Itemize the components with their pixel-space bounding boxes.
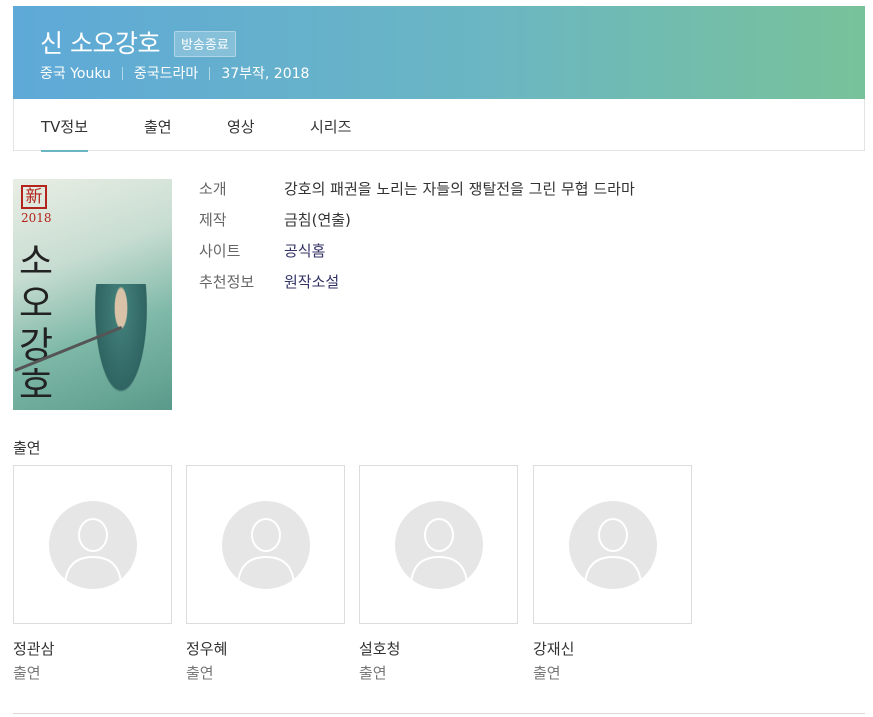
- page-title: 신 소오강호: [40, 29, 160, 58]
- cast-photo[interactable]: [533, 465, 692, 624]
- tab-series[interactable]: 시리즈: [310, 116, 351, 150]
- cast-role: 출연: [533, 664, 561, 682]
- meta-divider: [209, 66, 211, 80]
- info-label: 사이트: [199, 242, 241, 260]
- cast-name[interactable]: 설호청: [359, 638, 400, 659]
- meta-divider: [121, 66, 123, 80]
- official-site-link[interactable]: 공식홈: [284, 240, 325, 261]
- meta-row: 중국 Youku 중국드라마 37부작, 2018: [40, 63, 309, 83]
- cast-name[interactable]: 정우혜: [186, 638, 227, 659]
- poster-seal: 新: [21, 185, 47, 209]
- cast-card[interactable]: 강재신 출연: [533, 465, 692, 682]
- cast-name[interactable]: 강재신: [533, 638, 574, 659]
- cast-role: 출연: [186, 664, 214, 682]
- title-banner: 신 소오강호 방송종료 중국 Youku 중국드라마 37부작, 2018: [13, 6, 865, 99]
- info-value-production: 금침(연출): [284, 211, 351, 229]
- info-value-intro: 강호의 패권을 노리는 자들의 쟁탈전을 그린 무협 드라마: [284, 180, 635, 198]
- cast-card[interactable]: 정관삼 출연: [13, 465, 172, 682]
- info-label: 제작: [199, 211, 227, 229]
- info-label: 추천정보: [199, 273, 255, 291]
- tab-bar: TV정보 출연 영상 시리즈: [13, 99, 865, 152]
- poster-year: 2018: [21, 211, 52, 225]
- cast-photo[interactable]: [186, 465, 345, 624]
- avatar-placeholder-icon: [394, 500, 483, 589]
- cast-card[interactable]: 정우혜 출연: [186, 465, 345, 682]
- meta-episodes: 37부작, 2018: [221, 66, 310, 82]
- avatar-placeholder-icon: [221, 500, 310, 589]
- cast-role: 출연: [359, 664, 387, 682]
- title-row: 신 소오강호 방송종료: [40, 24, 236, 60]
- status-badge: 방송종료: [173, 30, 236, 57]
- cast-section-title: 출연: [13, 439, 41, 457]
- info-label: 소개: [199, 180, 227, 198]
- cast-name[interactable]: 정관삼: [13, 638, 54, 659]
- section-divider: [13, 713, 865, 714]
- cast-card[interactable]: 설호청 출연: [359, 465, 518, 682]
- tab-cast[interactable]: 출연: [144, 116, 172, 150]
- tab-video[interactable]: 영상: [227, 116, 255, 150]
- poster-image[interactable]: 新 2018 소 오 강 호: [13, 179, 172, 410]
- meta-channel: 중국 Youku: [40, 66, 111, 82]
- tab-tv-info[interactable]: TV정보: [41, 116, 89, 152]
- original-novel-link[interactable]: 원작소설: [284, 271, 339, 292]
- cast-role: 출연: [13, 664, 41, 682]
- cast-photo[interactable]: [13, 465, 172, 624]
- avatar-placeholder-icon: [568, 500, 657, 589]
- cast-photo[interactable]: [359, 465, 518, 624]
- meta-genre: 중국드라마: [133, 66, 199, 82]
- avatar-placeholder-icon: [48, 500, 137, 589]
- poster-figure: [91, 284, 151, 404]
